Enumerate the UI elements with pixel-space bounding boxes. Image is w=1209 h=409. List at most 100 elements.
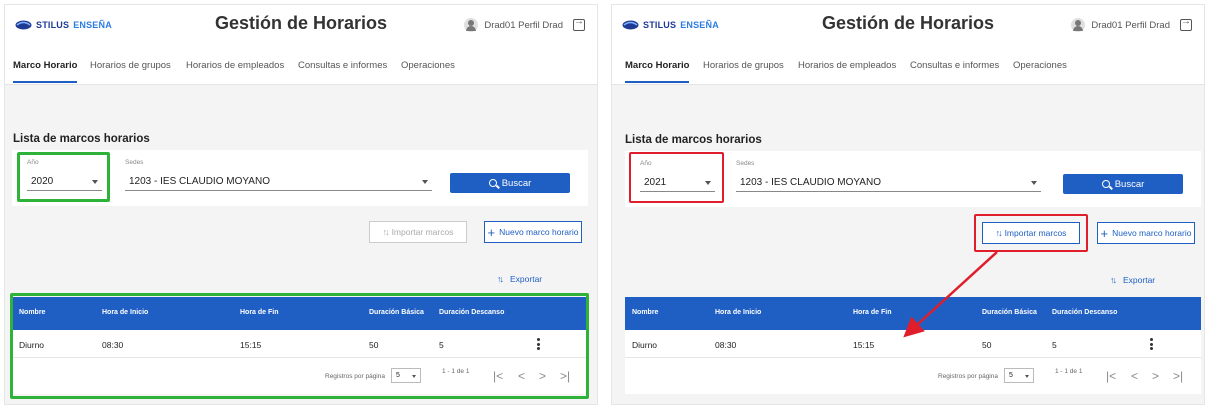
search-button[interactable]: Buscar [450, 173, 570, 193]
tab-horarios-empleados[interactable]: Horarios de empleados [798, 60, 896, 71]
next-page-icon[interactable]: > [1152, 369, 1159, 383]
cell-duracion-descanso: 5 [439, 340, 444, 350]
col-hora-inicio[interactable]: Hora de Inicio [715, 309, 761, 316]
year-select[interactable]: 2021 [640, 172, 715, 192]
year-label: Año [640, 160, 652, 167]
year-label: Año [27, 159, 39, 166]
cell-nombre: Diurno [19, 340, 45, 350]
import-arrows-icon: ↑↓ [995, 228, 1003, 238]
export-button[interactable]: ↑↓ Exportar [497, 274, 542, 284]
list-title: Lista de marcos horarios [13, 133, 150, 145]
logo-swoosh-icon [15, 20, 32, 30]
table-pagination: Registros por página 5 1 - 1 de 1 |< < >… [12, 358, 588, 394]
last-page-icon[interactable]: >| [1173, 369, 1183, 383]
tab-horarios-empleados[interactable]: Horarios de empleados [186, 60, 284, 71]
year-select[interactable]: 2020 [27, 171, 102, 191]
plus-icon: + [1100, 225, 1109, 241]
export-button[interactable]: ↑↓ Exportar [1110, 275, 1155, 285]
user-avatar-icon [464, 18, 479, 32]
page-range: 1 - 1 de 1 [1055, 368, 1083, 375]
app-header: STILUS ENSEÑA Gestión de Horarios Drad01… [612, 5, 1204, 47]
logout-icon[interactable] [573, 16, 585, 31]
col-duracion-descanso[interactable]: Duración Descanso [1052, 309, 1117, 316]
new-marco-button[interactable]: + Nuevo marco horario [1097, 222, 1195, 244]
user-name: Drad01 Perfil Drad [1091, 19, 1170, 31]
tab-horarios-grupos[interactable]: Horarios de grupos [90, 60, 171, 71]
import-button[interactable]: ↑↓ Importar marcos [369, 221, 467, 243]
filter-card: Año 2021 Sedes 1203 - IES CLAUDIO MOYANO… [625, 151, 1201, 207]
tab-operaciones[interactable]: Operaciones [1013, 60, 1067, 71]
cell-duracion-basica: 50 [369, 340, 379, 350]
logo-text-ensena: ENSEÑA [680, 20, 719, 30]
col-nombre[interactable]: Nombre [632, 309, 658, 316]
app-logo[interactable]: STILUS ENSEÑA [15, 20, 112, 30]
cell-duracion-basica: 50 [982, 340, 992, 350]
search-button-label: Buscar [1114, 178, 1145, 190]
export-button-label: Exportar [1123, 275, 1156, 285]
user-menu[interactable]: Drad01 Perfil Drad [464, 16, 585, 32]
cell-hora-inicio: 08:30 [715, 340, 737, 350]
logout-icon[interactable] [1180, 16, 1192, 31]
col-duracion-basica[interactable]: Duración Básica [982, 309, 1037, 316]
sede-select[interactable]: 1203 - IES CLAUDIO MOYANO [125, 171, 432, 191]
per-page-select[interactable]: 5 [1004, 368, 1034, 383]
tab-marco-horario[interactable]: Marco Horario [13, 60, 78, 83]
filter-card: Año 2020 Sedes 1203 - IES CLAUDIO MOYANO… [12, 150, 588, 206]
table-row[interactable]: Diurno 08:30 15:15 50 5 [625, 330, 1201, 358]
search-button[interactable]: Buscar [1063, 174, 1183, 194]
sede-label: Sedes [125, 159, 144, 166]
col-duracion-basica[interactable]: Duración Básica [369, 309, 424, 316]
per-page-label: Registros por página [325, 373, 385, 380]
col-duracion-descanso[interactable]: Duración Descanso [439, 309, 504, 316]
table-pagination: Registros por página 5 1 - 1 de 1 |< < >… [625, 358, 1201, 394]
chevron-down-icon [92, 180, 98, 184]
table-header: Nombre Hora de Inicio Hora de Fin Duraci… [12, 297, 588, 330]
import-button-label: Importar marcos [391, 227, 454, 237]
tab-marco-horario[interactable]: Marco Horario [625, 60, 690, 83]
search-icon [488, 179, 497, 187]
table-row[interactable]: Diurno 08:30 15:15 50 5 [12, 330, 588, 358]
search-icon [1101, 180, 1110, 188]
user-menu[interactable]: Drad01 Perfil Drad [1071, 16, 1192, 32]
tab-horarios-grupos[interactable]: Horarios de grupos [703, 60, 784, 71]
prev-page-icon[interactable]: < [1131, 369, 1138, 383]
tab-consultas-informes[interactable]: Consultas e informes [910, 60, 999, 71]
app-header: STILUS ENSEÑA Gestión de Horarios Drad01… [5, 5, 597, 47]
marcos-table: Nombre Hora de Inicio Hora de Fin Duraci… [625, 297, 1201, 394]
row-menu-icon[interactable] [1150, 338, 1153, 350]
col-hora-fin[interactable]: Hora de Fin [853, 309, 892, 316]
import-button-label: Importar marcos [1004, 228, 1067, 238]
first-page-icon[interactable]: |< [1106, 369, 1116, 383]
sede-value: 1203 - IES CLAUDIO MOYANO [129, 176, 270, 187]
col-nombre[interactable]: Nombre [19, 309, 45, 316]
first-page-icon[interactable]: |< [493, 369, 503, 383]
next-page-icon[interactable]: > [539, 369, 546, 383]
screen-before: STILUS ENSEÑA Gestión de Horarios Drad01… [4, 4, 598, 405]
tab-consultas-informes[interactable]: Consultas e informes [298, 60, 387, 71]
sede-select[interactable]: 1203 - IES CLAUDIO MOYANO [736, 172, 1041, 192]
chevron-down-icon [1025, 375, 1029, 378]
export-arrows-icon: ↑↓ [497, 274, 504, 284]
col-hora-inicio[interactable]: Hora de Inicio [102, 309, 148, 316]
tab-operaciones[interactable]: Operaciones [401, 60, 455, 71]
user-name: Drad01 Perfil Drad [484, 19, 563, 31]
col-hora-fin[interactable]: Hora de Fin [240, 309, 279, 316]
year-value: 2020 [31, 176, 54, 187]
last-page-icon[interactable]: >| [560, 369, 570, 383]
search-button-label: Buscar [501, 177, 532, 189]
cell-duracion-descanso: 5 [1052, 340, 1057, 350]
app-logo[interactable]: STILUS ENSEÑA [622, 20, 719, 30]
per-page-select[interactable]: 5 [391, 368, 421, 383]
prev-page-icon[interactable]: < [518, 369, 525, 383]
table-header: Nombre Hora de Inicio Hora de Fin Duraci… [625, 297, 1201, 330]
new-marco-button[interactable]: + Nuevo marco horario [484, 221, 582, 243]
main-nav: Marco Horario Horarios de grupos Horario… [612, 47, 1204, 85]
user-avatar-icon [1071, 18, 1086, 32]
per-page-value: 5 [1009, 372, 1013, 379]
import-button[interactable]: ↑↓ Importar marcos [982, 222, 1080, 244]
export-arrows-icon: ↑↓ [1110, 275, 1117, 285]
row-menu-icon[interactable] [537, 338, 540, 350]
cell-hora-fin: 15:15 [853, 340, 875, 350]
cell-nombre: Diurno [632, 340, 658, 350]
logo-text-ensena: ENSEÑA [73, 20, 112, 30]
